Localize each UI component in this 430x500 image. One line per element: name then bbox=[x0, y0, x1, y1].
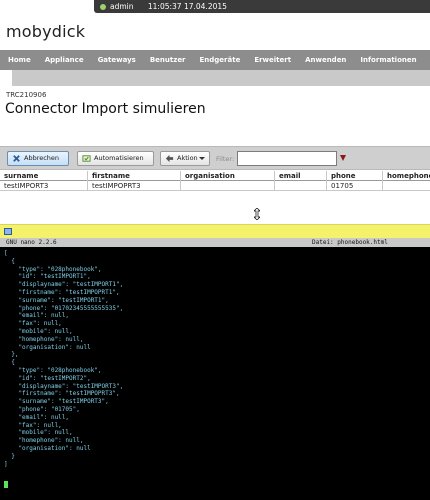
terminal-line: { bbox=[4, 359, 15, 367]
nav-item-anwenden[interactable]: Anwenden bbox=[305, 56, 346, 64]
terminal-line: "mobile": null, bbox=[4, 429, 73, 437]
terminal-line: ] bbox=[4, 460, 8, 468]
nav-item-erweitert[interactable]: Erweitert bbox=[254, 56, 291, 64]
terminal-line: [ bbox=[4, 250, 8, 257]
text-cursor bbox=[4, 481, 8, 488]
nav-item-home[interactable]: Home bbox=[8, 56, 31, 64]
nav-item-gateways[interactable]: Gateways bbox=[98, 56, 136, 64]
table-row[interactable]: testIMPORT3 testIMPOPRT3 01705 bbox=[0, 181, 430, 191]
terminal-line: "homephone": null, bbox=[4, 335, 84, 343]
nano-version: GNU nano 2.2.6 bbox=[6, 239, 57, 246]
grid-header-row: surname firstname organisation email pho… bbox=[0, 171, 430, 181]
automate-icon bbox=[82, 155, 91, 162]
action-menu-button[interactable]: Aktion bbox=[160, 151, 210, 166]
sub-nav-bar bbox=[0, 70, 430, 86]
column-header-firstname[interactable]: firstname bbox=[88, 171, 181, 181]
chevron-down-icon bbox=[199, 157, 205, 160]
terminal-window[interactable]: GNU nano 2.2.6 Datei: phonebook.html [ {… bbox=[0, 238, 430, 500]
filter-funnel-icon[interactable] bbox=[340, 155, 346, 161]
nav-item-benutzer[interactable]: Benutzer bbox=[150, 56, 186, 64]
cancel-button[interactable]: Abbrechen bbox=[7, 151, 69, 166]
resize-cursor-icon bbox=[254, 208, 260, 220]
terminal-line: "firstname": "testIMPOPRT3", bbox=[4, 390, 120, 398]
cancel-icon bbox=[13, 155, 20, 162]
column-header-email[interactable]: email bbox=[275, 171, 327, 181]
nav-item-appliance[interactable]: Appliance bbox=[45, 56, 84, 64]
terminal-line: "type": "028phonebook", bbox=[4, 366, 102, 374]
automate-button[interactable]: Automatisieren bbox=[77, 151, 154, 166]
main-nav: Home Appliance Gateways Benutzer Endgerä… bbox=[0, 50, 430, 70]
terminal-line: "organisation": null bbox=[4, 343, 91, 351]
terminal-line: "email": null, bbox=[4, 413, 70, 421]
filter-label: Filter: bbox=[216, 155, 235, 163]
online-status-icon bbox=[100, 3, 106, 10]
import-grid: surname firstname organisation email pho… bbox=[0, 171, 430, 191]
terminal-line: "surname": "testIMPORT3", bbox=[4, 398, 109, 406]
terminal-title-bar bbox=[0, 224, 430, 238]
column-header-organisation[interactable]: organisation bbox=[181, 171, 275, 181]
brand-logo[interactable]: mobydick bbox=[6, 22, 85, 41]
page-title: Connector Import simulieren bbox=[5, 101, 206, 117]
action-icon bbox=[165, 154, 174, 163]
terminal-line: "displayname": "testIMPORT1", bbox=[4, 281, 124, 289]
cell-surname: testIMPORT3 bbox=[0, 181, 88, 191]
nav-item-endgeraete[interactable]: Endgeräte bbox=[200, 56, 241, 64]
terminal-line: { bbox=[4, 257, 15, 265]
grid-toolbar: Abbrechen Automatisieren Aktion Filter: bbox=[0, 146, 430, 170]
terminal-line: "mobile": null, bbox=[4, 327, 73, 335]
terminal-line: } bbox=[4, 452, 15, 460]
terminal-line: "email": null, bbox=[4, 312, 70, 320]
terminal-line: "homephone": null, bbox=[4, 437, 84, 445]
cell-firstname: testIMPOPRT3 bbox=[88, 181, 181, 191]
nano-header: GNU nano 2.2.6 Datei: phonebook.html bbox=[0, 238, 430, 247]
session-info: admin 11:05:37 17.04.2015 bbox=[94, 0, 430, 13]
action-button-label: Aktion bbox=[177, 154, 198, 162]
monitor-icon bbox=[4, 228, 12, 235]
nano-filename: Datei: phonebook.html bbox=[312, 239, 388, 246]
terminal-line: "id": "testIMPORT1", bbox=[4, 273, 91, 281]
terminal-line: "fax": null, bbox=[4, 421, 62, 429]
terminal-line: "id": "testIMPORT2", bbox=[4, 374, 91, 382]
terminal-line: "phone": "01705", bbox=[4, 405, 80, 413]
column-header-phone[interactable]: phone bbox=[327, 171, 383, 181]
server-datetime: 11:05:37 17.04.2015 bbox=[147, 2, 227, 11]
nav-item-informationen[interactable]: Informationen bbox=[360, 56, 416, 64]
column-header-homephone[interactable]: homephone bbox=[383, 171, 430, 181]
page-code: TRC210906 bbox=[6, 91, 47, 99]
cell-homephone bbox=[383, 181, 430, 191]
cell-organisation bbox=[181, 181, 275, 191]
terminal-line: "firstname": "testIMPOPRT1", bbox=[4, 288, 120, 296]
cell-email bbox=[275, 181, 327, 191]
column-header-surname[interactable]: surname bbox=[0, 171, 88, 181]
top-status-bar: admin 11:05:37 17.04.2015 bbox=[0, 0, 430, 13]
cell-phone: 01705 bbox=[327, 181, 383, 191]
terminal-line: "displayname": "testIMPORT3", bbox=[4, 382, 124, 390]
file-content[interactable]: [ { "type": "028phonebook", "id": "testI… bbox=[4, 250, 123, 468]
terminal-line: "type": "028phonebook", bbox=[4, 265, 102, 273]
filter-input[interactable] bbox=[237, 151, 337, 166]
terminal-line: }, bbox=[4, 351, 19, 359]
terminal-line: "phone": "01702345555555535", bbox=[4, 304, 124, 312]
terminal-line: "organisation": null bbox=[4, 444, 91, 452]
terminal-line: "fax": null, bbox=[4, 320, 62, 328]
current-user[interactable]: admin bbox=[110, 2, 134, 11]
automate-button-label: Automatisieren bbox=[94, 154, 144, 162]
cancel-button-label: Abbrechen bbox=[24, 154, 60, 162]
terminal-line: "surname": "testIMPORT1", bbox=[4, 296, 109, 304]
